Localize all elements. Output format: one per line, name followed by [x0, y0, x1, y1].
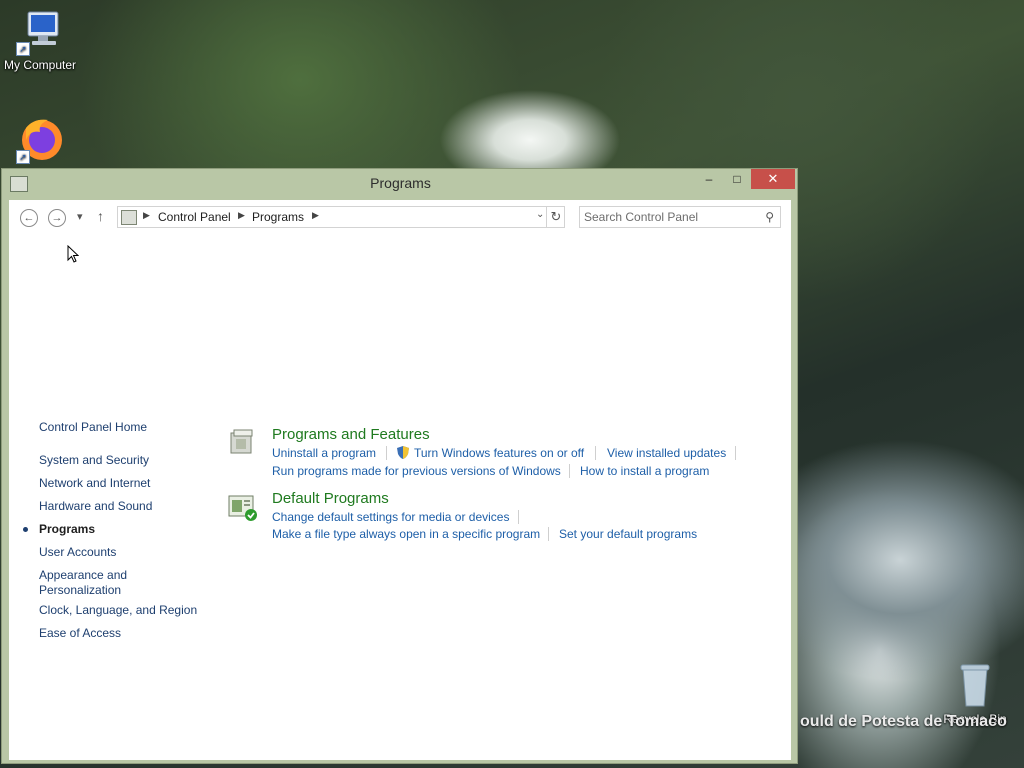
link-separator [548, 527, 549, 541]
chevron-down-icon: ▾ [77, 211, 83, 223]
active-bullet-icon [23, 527, 28, 532]
search-icon[interactable]: ⚲ [765, 210, 774, 224]
breadcrumb-programs[interactable]: Programs [252, 210, 304, 224]
address-dropdown-icon[interactable]: ⌄ [536, 209, 544, 220]
shortcut-arrow-icon: ➚ [16, 42, 30, 56]
arrow-right-icon: → [51, 212, 63, 224]
link-separator [595, 446, 596, 460]
address-bar[interactable]: ▶ Control Panel ▶ Programs ▶ ⌄ ↻ [117, 206, 565, 228]
desktop-icon-firefox[interactable]: ➚ [0, 116, 80, 166]
nav-system-and-security[interactable]: System and Security [39, 453, 199, 468]
view-installed-updates-link[interactable]: View installed updates [607, 446, 726, 460]
nav-ease-of-access[interactable]: Ease of Access [39, 626, 199, 641]
breadcrumb-chevron-icon[interactable]: ▶ [143, 210, 150, 221]
set-default-programs-link[interactable]: Set your default programs [559, 527, 697, 541]
link-separator [735, 446, 736, 460]
search-input[interactable] [584, 209, 754, 225]
file-type-open-link[interactable]: Make a file type always open in a specif… [272, 527, 540, 541]
programs-and-features-icon [227, 427, 257, 457]
programs-and-features-title[interactable]: Programs and Features [272, 426, 430, 443]
recycle-bin-icon [951, 662, 999, 710]
refresh-icon: ↻ [550, 209, 562, 224]
breadcrumb-control-panel[interactable]: Control Panel [158, 210, 231, 224]
control-panel-icon [121, 210, 137, 225]
nav-control-panel-home[interactable]: Control Panel Home [39, 420, 199, 435]
title-bar[interactable]: Programs – □ ✕ [2, 169, 797, 199]
link-separator [569, 464, 570, 478]
window-content: ← → ▾ ↑ ▶ Control Panel ▶ Programs ▶ ⌄ ↻… [9, 200, 791, 760]
maximize-button[interactable]: □ [724, 169, 750, 189]
how-to-install-link[interactable]: How to install a program [580, 464, 709, 478]
nav-network-and-internet[interactable]: Network and Internet [39, 476, 199, 491]
programs-window: Programs – □ ✕ ← → ▾ ↑ ▶ Control Panel ▶… [1, 168, 798, 764]
back-button[interactable]: ← [20, 209, 38, 227]
nav-programs[interactable]: Programs [39, 522, 199, 537]
default-programs-icon [227, 492, 257, 522]
search-box[interactable]: ⚲ [579, 206, 781, 228]
close-button[interactable]: ✕ [751, 169, 795, 189]
uninstall-program-link[interactable]: Uninstall a program [272, 446, 376, 460]
run-older-programs-link[interactable]: Run programs made for previous versions … [272, 464, 561, 478]
nav-clock-language-region[interactable]: Clock, Language, and Region [39, 603, 199, 618]
mouse-cursor-icon [67, 245, 79, 263]
arrow-up-icon: ↑ [97, 208, 104, 224]
nav-hardware-and-sound[interactable]: Hardware and Sound [39, 499, 199, 514]
refresh-button[interactable]: ↻ [546, 207, 565, 227]
change-default-settings-link[interactable]: Change default settings for media or dev… [272, 510, 509, 524]
arrow-left-icon: ← [23, 212, 35, 224]
nav-appearance-and-personalization[interactable]: Appearance and Personalization [39, 568, 149, 598]
computer-icon: ➚ [16, 8, 64, 56]
desktop-icon-label: My Computer [3, 58, 77, 72]
window-title: Programs [370, 175, 431, 191]
up-button[interactable]: ↑ [97, 208, 104, 224]
shortcut-arrow-icon: ➚ [16, 150, 30, 164]
link-separator [518, 510, 519, 524]
recent-locations-button[interactable]: ▾ [77, 210, 83, 223]
forward-button[interactable]: → [48, 209, 66, 227]
breadcrumb-chevron-icon[interactable]: ▶ [238, 210, 245, 221]
breadcrumb-chevron-icon[interactable]: ▶ [312, 210, 319, 221]
minimize-button[interactable]: – [696, 169, 722, 189]
wallpaper-watermark: ould de Potesta de Tomaco [800, 713, 1007, 730]
turn-windows-features-link[interactable]: Turn Windows features on or off [414, 446, 584, 460]
nav-user-accounts[interactable]: User Accounts [39, 545, 199, 560]
default-programs-title[interactable]: Default Programs [272, 490, 389, 507]
firefox-icon: ➚ [16, 116, 64, 164]
link-separator [386, 446, 387, 460]
desktop-icon-my-computer[interactable]: ➚ My Computer [0, 8, 80, 72]
uac-shield-icon [397, 446, 409, 459]
